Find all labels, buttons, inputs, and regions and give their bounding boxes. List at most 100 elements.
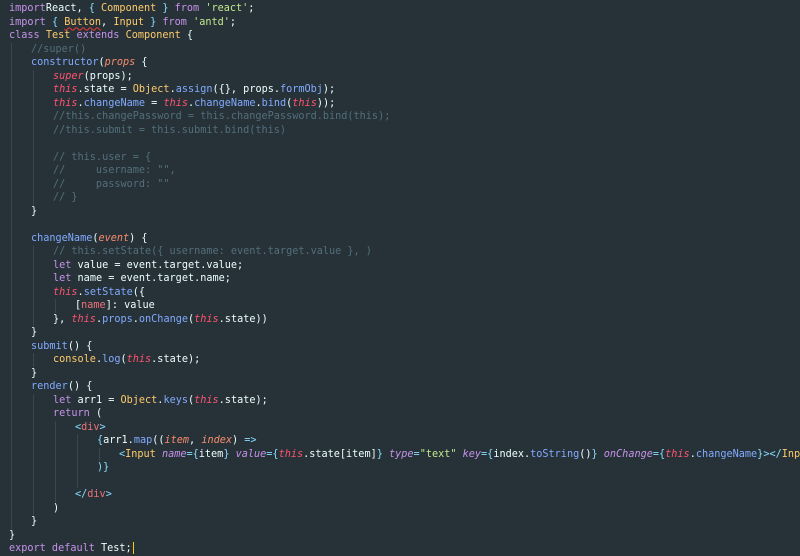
code-token: export default [9,543,102,554]
indent-guide [11,83,12,97]
code-token: </ [769,448,782,460]
code-line[interactable]: console.log(this.state); [0,353,800,367]
code-token: ({}, props. [212,84,280,95]
code-line[interactable]: return ( [0,407,800,421]
code-token: } [156,3,169,14]
code-line[interactable]: // } [0,191,800,205]
code-line[interactable]: // username: "", [0,164,800,178]
code-line[interactable]: //super() [0,42,800,56]
code-token: changeName [194,97,256,109]
code-line[interactable]: ) [0,501,800,515]
code-line[interactable]: let arr1 = Object.keys(this.state); [0,393,800,407]
indent-guide [33,258,34,272]
code-line[interactable]: }, this.props.onChange(this.state)) [0,312,800,326]
code-token: } [31,205,38,217]
code-token: import [9,16,46,28]
code-token: .state)) [218,313,268,325]
code-line[interactable]: let value = event.target.value; [0,258,800,272]
code-token: changeName [695,448,758,460]
code-line[interactable]: //this.submit = this.submit.bind(this) [0,123,800,137]
code-line[interactable]: </div> [0,488,800,502]
code-line[interactable] [0,137,800,151]
indent-guide [11,299,12,313]
code-token: { [135,57,148,68]
code-token: )} [97,462,110,473]
code-token: div [81,421,100,433]
code-line[interactable] [0,218,800,232]
code-line[interactable]: this.changeName = this.changeName.bind(t… [0,96,800,110]
code-token: let [53,394,78,406]
code-line[interactable]: submit() { [0,339,800,353]
code-token: this [665,448,690,460]
code-line[interactable]: } [0,515,800,529]
code-token: onChange [138,313,188,325]
indent-guide [11,380,12,394]
code-token: { [88,3,102,14]
code-token: event [98,232,130,244]
code-token: // } [53,192,78,203]
code-line[interactable]: let name = event.target.name; [0,272,800,286]
code-line[interactable]: } [0,204,800,218]
indent-guide [33,191,34,205]
code-token: name [161,448,187,460]
code-token: Test [45,30,71,41]
code-token: name [81,300,106,311]
code-token: > [99,421,106,433]
text-cursor [132,542,134,554]
indent-guide [11,258,12,272]
code-token: value [235,448,267,460]
code-token: } [143,16,157,28]
indent-guide [33,164,34,178]
code-token: ={ [481,448,494,460]
code-line[interactable]: //this.changePassword = this.changePassw… [0,110,800,124]
code-token: this [278,448,304,460]
indent-guide [11,137,12,151]
indent-guide [11,56,12,70]
code-token: { [45,16,65,28]
code-token: props [104,57,136,68]
code-line[interactable]: import { Button, Input } from 'antd'; [0,16,800,30]
code-token: } [31,367,38,379]
code-token: toString [530,448,580,460]
code-line[interactable]: importReact, { Component } from 'react'; [0,2,800,16]
code-token: () { [67,381,93,392]
code-token: ) [53,502,60,514]
code-line[interactable]: <div> [0,420,800,434]
code-line[interactable]: // this.setState({ username: event.targe… [0,245,800,259]
indent-guide [33,285,34,299]
indent-guide [11,150,12,164]
code-line[interactable]: render() { [0,380,800,394]
code-editor[interactable]: importReact, { Component } from 'react';… [0,0,800,556]
code-token: onChange [603,448,653,460]
code-line[interactable]: super(props); [0,69,800,83]
indent-guide [11,96,12,110]
indent-guide [11,366,12,380]
code-token: setState [83,286,133,298]
code-token: keys [163,394,188,406]
code-line[interactable]: // this.user = { [0,150,800,164]
code-line[interactable]: } [0,326,800,340]
code-line[interactable]: constructor(props { [0,56,800,70]
code-line[interactable]: class Test extends Component { [0,29,800,43]
indent-guide [11,123,12,137]
code-line[interactable]: <Input name={item} value={this.state[ite… [0,447,800,461]
code-token: index. [493,448,531,460]
code-line[interactable]: this.state = Object.assign({}, props.for… [0,83,800,97]
indent-guide [11,285,12,299]
code-line[interactable]: export default Test; [0,542,800,556]
code-line[interactable]: } [0,366,800,380]
code-line[interactable]: )} [0,461,800,475]
code-line[interactable]: {arr1.map((item, index) => [0,434,800,448]
code-token: () [579,448,592,460]
code-line[interactable]: // password: "" [0,177,800,191]
code-token: name = event.target.name; [77,273,231,284]
code-line[interactable]: } [0,529,800,543]
code-token: formObj [279,84,323,95]
code-line[interactable] [0,474,800,488]
code-line[interactable]: [name]: value [0,299,800,313]
code-line[interactable]: changeName(event) { [0,231,800,245]
code-token: log [102,354,121,365]
code-token: ; [229,16,237,28]
indent-guide [33,245,34,259]
code-line[interactable]: this.setState({ [0,285,800,299]
